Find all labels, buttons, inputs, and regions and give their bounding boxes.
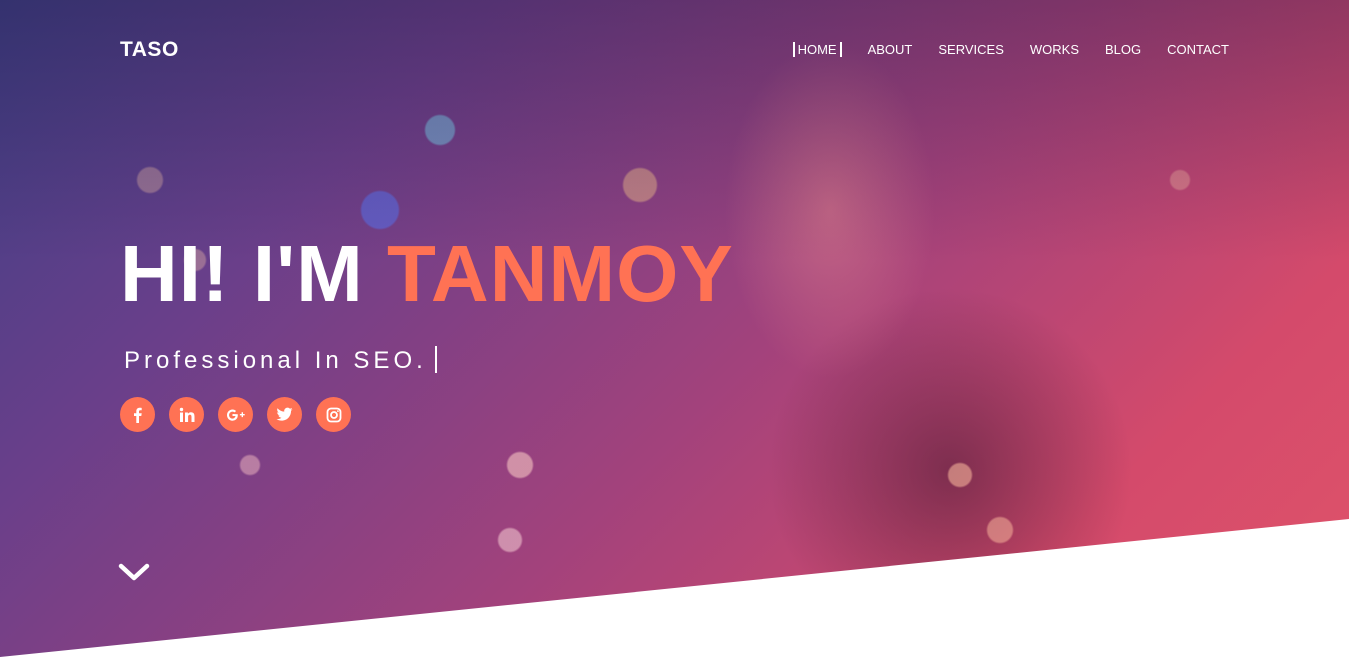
nav-item-works[interactable]: WORKS [1030, 42, 1079, 57]
facebook-icon [133, 407, 142, 423]
chevron-down-icon [118, 563, 150, 581]
social-links [120, 397, 351, 432]
hero-headline: HI! I'M TANMOY [120, 228, 734, 320]
google-plus-icon [226, 409, 245, 421]
nav-item-services[interactable]: SERVICES [938, 42, 1004, 57]
nav-item-blog[interactable]: BLOG [1105, 42, 1141, 57]
linkedin-icon [179, 407, 194, 422]
main-nav: HOME ABOUT SERVICES WORKS BLOG CONTACT [792, 42, 1229, 57]
hero-subtitle: Professional In SEO. [124, 346, 437, 375]
hero-name: TANMOY [386, 229, 734, 318]
twitter-icon [276, 407, 293, 421]
facebook-link[interactable] [120, 397, 155, 432]
google-plus-link[interactable] [218, 397, 253, 432]
instagram-link[interactable] [316, 397, 351, 432]
site-logo[interactable]: TASO [120, 38, 179, 62]
nav-item-contact[interactable]: CONTACT [1167, 42, 1229, 57]
nav-item-home[interactable]: HOME [792, 42, 842, 57]
hero-greeting: HI! I'M [120, 229, 387, 318]
hero-section: TASO HOME ABOUT SERVICES WORKS BLOG CONT… [0, 0, 1349, 657]
nav-item-about[interactable]: ABOUT [868, 42, 913, 57]
twitter-link[interactable] [267, 397, 302, 432]
instagram-icon [326, 407, 341, 422]
hero-subtitle-text: Professional In SEO. [124, 347, 427, 374]
scroll-down-button[interactable] [118, 561, 150, 585]
linkedin-link[interactable] [169, 397, 204, 432]
typing-cursor [434, 346, 437, 373]
